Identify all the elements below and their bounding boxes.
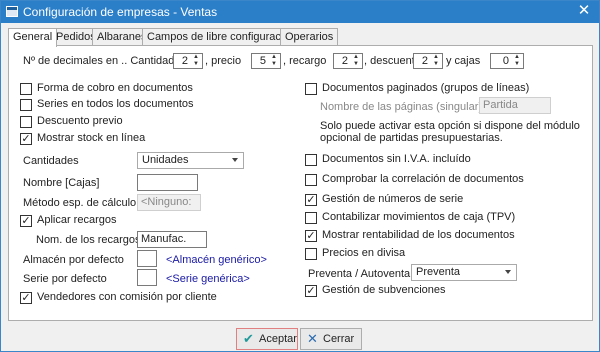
stepper-arrows-icon[interactable]: ▲ ▼ — [191, 54, 201, 68]
close-icon[interactable]: ✕ — [575, 3, 593, 19]
serie-input[interactable] — [137, 269, 157, 286]
stepper-arrows-icon[interactable]: ▲ ▼ — [512, 54, 522, 68]
cajas-decimals-stepper[interactable]: 0 ▲ ▼ — [490, 53, 524, 69]
rentabilidad-label: Mostrar rentabilidad de los documentos — [322, 229, 515, 241]
close-icon: ✕ — [307, 331, 318, 346]
cantidades-select[interactable]: Unidades — [137, 152, 244, 169]
stepper-arrows-icon[interactable]: ▲ ▼ — [269, 54, 279, 68]
serie-generica-link[interactable]: <Serie genérica> — [166, 273, 250, 285]
stepper-arrows-icon[interactable]: ▲ ▼ — [431, 54, 441, 68]
partidas-note-line2: opcional de partidas presupuestarias. — [320, 132, 503, 144]
checkmark-icon: ✔ — [243, 331, 254, 346]
cajas-label: y cajas — [446, 55, 481, 67]
tab-general[interactable]: General — [8, 28, 58, 47]
precios-divisa-label: Precios en divisa — [322, 247, 406, 259]
title-bar: Configuración de empresas - Ventas ✕ — [1, 1, 599, 23]
numeros-serie-checkbox[interactable] — [305, 194, 317, 206]
contabilizar-caja-label: Contabilizar movimientos de caja (TPV) — [322, 211, 516, 223]
correlacion-label: Comprobar la correlación de documentos — [322, 173, 524, 185]
documentos-paginados-label: Documentos paginados (grupos de líneas) — [322, 82, 530, 94]
partidas-note-line1: Solo puede activar esta opción si dispon… — [320, 120, 580, 132]
sin-iva-label: Documentos sin I.V.A. incluído — [322, 153, 471, 165]
numeros-serie-label: Gestión de números de serie — [322, 193, 464, 205]
aplicar-recargos-label: Aplicar recargos — [37, 214, 117, 226]
nom-recargos-input[interactable]: Manufac. — [137, 231, 207, 248]
correlacion-checkbox[interactable] — [305, 174, 317, 186]
series-todos-checkbox[interactable] — [20, 99, 32, 111]
chevron-down-icon — [232, 158, 238, 162]
precios-divisa-checkbox[interactable] — [305, 248, 317, 260]
decimals-label: Nº de decimales en .. Cantidad — [23, 55, 175, 67]
recargo-label: , recargo — [283, 55, 327, 67]
precio-decimals-stepper[interactable]: 5 ▲ ▼ — [251, 53, 281, 69]
nombre-cajas-label: Nombre [Cajas] — [23, 177, 100, 189]
nombre-paginas-label: Nombre de las páginas (singular) — [320, 101, 483, 113]
contabilizar-caja-checkbox[interactable] — [305, 212, 317, 224]
preventa-label: Preventa / Autoventa — [308, 268, 411, 280]
nombre-paginas-input: Partida — [479, 97, 551, 114]
app-icon — [6, 6, 18, 17]
serie-label: Serie por defecto — [23, 273, 107, 285]
almacen-label: Almacén por defecto — [23, 254, 124, 266]
cancel-button[interactable]: ✕ Cerrar — [300, 328, 362, 350]
chevron-down-icon — [505, 270, 511, 274]
preventa-value: Preventa — [416, 266, 461, 278]
forma-cobro-label: Forma de cobro en documentos — [37, 82, 193, 94]
subvenciones-label: Gestión de subvenciones — [322, 284, 446, 296]
mostrar-stock-checkbox[interactable] — [20, 133, 32, 145]
tab-campos-libre-configuracion[interactable]: Campos de libre configuración — [142, 28, 301, 46]
metodo-calculo-input: <Ninguno: — [137, 194, 201, 211]
sin-iva-checkbox[interactable] — [305, 154, 317, 166]
mostrar-stock-label: Mostrar stock en línea — [37, 132, 146, 144]
recargo-decimals-value: 2 — [341, 55, 348, 67]
nombre-cajas-input[interactable] — [137, 174, 198, 191]
forma-cobro-checkbox[interactable] — [20, 83, 32, 95]
cantidad-decimals-value: 2 — [181, 55, 188, 67]
series-todos-label: Series en todos los documentos — [37, 98, 194, 110]
accept-button[interactable]: ✔ Aceptar — [236, 328, 298, 350]
vendedores-comision-label: Vendedores con comisión por cliente — [37, 291, 217, 303]
descuento-decimals-value: 2 — [421, 55, 428, 67]
general-panel: Nº de decimales en .. Cantidad 2 ▲ ▼ , pr… — [8, 45, 593, 321]
cancel-label: Cerrar — [323, 333, 355, 345]
cantidades-label: Cantidades — [23, 155, 79, 167]
metodo-calculo-label: Método esp. de cálculo — [23, 197, 137, 209]
config-window: Configuración de empresas - Ventas ✕ Gen… — [0, 0, 600, 352]
nom-recargos-label: Nom. de los recargos — [36, 234, 141, 246]
precio-label: , precio — [205, 55, 242, 67]
cajas-decimals-value: 0 — [502, 55, 509, 67]
almacen-input[interactable] — [137, 250, 157, 267]
vendedores-comision-checkbox[interactable] — [20, 292, 32, 304]
descuento-previo-checkbox[interactable] — [20, 116, 32, 128]
cantidad-decimals-stepper[interactable]: 2 ▲ ▼ — [173, 53, 203, 69]
accept-label: Aceptar — [259, 333, 297, 345]
preventa-select[interactable]: Preventa — [411, 264, 517, 281]
tab-operarios[interactable]: Operarios — [280, 28, 339, 46]
stepper-arrows-icon[interactable]: ▲ ▼ — [351, 54, 361, 68]
almacen-generico-link[interactable]: <Almacén genérico> — [166, 254, 267, 266]
rentabilidad-checkbox[interactable] — [305, 230, 317, 242]
precio-decimals-value: 5 — [259, 55, 266, 67]
descuento-previo-label: Descuento previo — [37, 115, 123, 127]
subvenciones-checkbox[interactable] — [305, 285, 317, 297]
recargo-decimals-stepper[interactable]: 2 ▲ ▼ — [333, 53, 363, 69]
window-title: Configuración de empresas - Ventas — [23, 5, 218, 19]
cantidades-value: Unidades — [142, 154, 189, 166]
aplicar-recargos-checkbox[interactable] — [20, 215, 32, 227]
descuento-decimals-stepper[interactable]: 2 ▲ ▼ — [413, 53, 443, 69]
documentos-paginados-checkbox[interactable] — [305, 83, 317, 95]
